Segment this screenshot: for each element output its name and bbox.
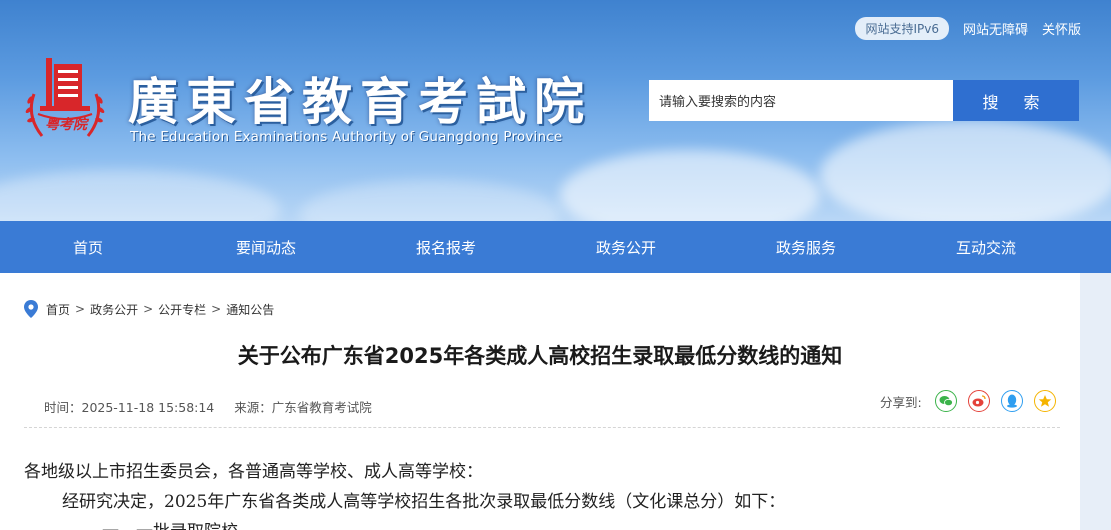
breadcrumb-notices[interactable]: 通知公告 — [226, 301, 274, 318]
breadcrumb-public-column[interactable]: 公开专栏 — [158, 301, 206, 318]
top-links: 网站支持IPv6 网站无障碍 关怀版 — [855, 17, 1081, 40]
body-paragraph: 经研究决定，2025年广东省各类成人高等学校招生各批次录取最低分数线（文化课总分… — [62, 492, 786, 512]
site-title-en: The Education Examinations Authority of … — [130, 129, 563, 145]
nav-item-news[interactable]: 要闻动态 — [176, 221, 356, 273]
nav-item-interaction[interactable]: 互动交流 — [896, 221, 1076, 273]
main-nav: 首页 要闻动态 报名报考 政务公开 政务服务 互动交流 — [0, 221, 1111, 273]
body-paragraph: 各地级以上市招生委员会，各普通高等学校、成人高等学校： — [24, 462, 483, 482]
share-label: 分享到: — [880, 394, 922, 410]
site-header: 网站支持IPv6 网站无障碍 关怀版 粤考院 廣東省教育考試院 The Educ… — [0, 0, 1111, 221]
search-input[interactable]: 请输入要搜索的内容 — [649, 80, 953, 121]
ipv6-badge: 网站支持IPv6 — [855, 17, 949, 40]
wechat-icon[interactable] — [934, 390, 957, 412]
cloud-decoration — [820, 120, 1111, 221]
page-side-background — [1080, 273, 1111, 530]
nav-item-registration[interactable]: 报名报考 — [356, 221, 536, 273]
cloud-decoration — [0, 170, 280, 221]
article-title: 关于公布广东省2025年各类成人高校招生录取最低分数线的通知 — [237, 344, 843, 368]
breadcrumb: 首页 > 政务公开 > 公开专栏 > 通知公告 — [24, 300, 274, 318]
care-mode-link[interactable]: 关怀版 — [1042, 19, 1081, 38]
weibo-icon[interactable] — [967, 390, 990, 412]
body-paragraph: 一、一批录取院校 — [24, 517, 785, 530]
breadcrumb-separator: > — [211, 302, 222, 316]
site-title-cn: 廣東省教育考試院 — [128, 72, 592, 131]
article-body: 各地级以上市招生委员会，各普通高等学校、成人高等学校： 经研究决定，2025年广… — [24, 457, 785, 530]
breadcrumb-separator: > — [75, 302, 86, 316]
nav-item-home[interactable]: 首页 — [0, 221, 176, 273]
breadcrumb-home[interactable]: 首页 — [46, 301, 70, 318]
site-logo[interactable]: 粤考院 — [20, 54, 110, 150]
cloud-decoration — [560, 150, 820, 221]
location-pin-icon — [24, 300, 38, 318]
cloud-decoration — [300, 180, 560, 221]
article-source: 来源：广东省教育考试院 — [234, 400, 372, 415]
qq-icon[interactable] — [1000, 390, 1023, 412]
nav-item-government-affairs[interactable]: 政务公开 — [536, 221, 716, 273]
logo-text: 粤考院 — [45, 117, 87, 133]
qzone-icon[interactable] — [1033, 390, 1056, 412]
accessibility-link[interactable]: 网站无障碍 — [963, 19, 1028, 38]
nav-item-services[interactable]: 政务服务 — [716, 221, 896, 273]
article-meta: 时间：2025-11-18 15:58:14 来源：广东省教育考试院 — [44, 397, 372, 416]
search-button[interactable]: 搜 索 — [953, 80, 1079, 121]
breadcrumb-government-affairs[interactable]: 政务公开 — [90, 301, 138, 318]
divider — [24, 427, 1060, 428]
article-panel: 首页 > 政务公开 > 公开专栏 > 通知公告 关于公布广东省2025年各类成人… — [0, 273, 1080, 530]
publish-time: 时间：2025-11-18 15:58:14 — [44, 400, 215, 415]
breadcrumb-separator: > — [143, 302, 154, 316]
share-bar: 分享到: — [880, 390, 1056, 412]
